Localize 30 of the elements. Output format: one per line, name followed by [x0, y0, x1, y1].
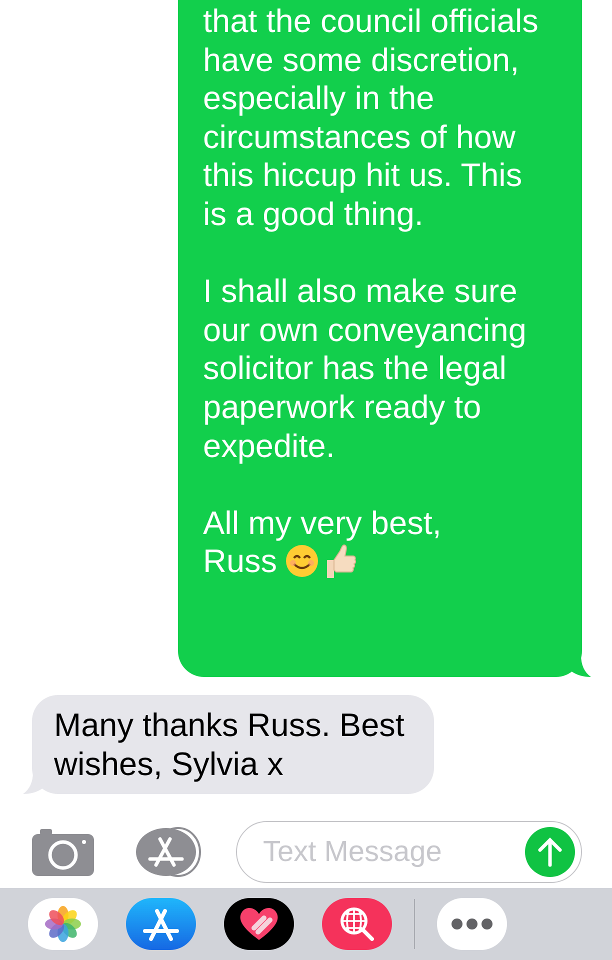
message-text: is a good thing.	[203, 194, 424, 234]
app-store-button[interactable]	[126, 898, 196, 950]
message-text: this hiccup hit us. This	[203, 156, 522, 195]
more-button[interactable]	[437, 898, 507, 950]
message-text: All my very best,	[203, 504, 442, 542]
message-text: expedite.	[203, 426, 335, 466]
flower-icon	[45, 906, 81, 942]
message-text: have some discretion,	[203, 40, 520, 80]
message-text: our own conveyancing	[203, 310, 526, 350]
message-text: solicitor has the legal	[203, 349, 506, 388]
send-button[interactable]	[525, 827, 575, 877]
heart-icon	[238, 906, 280, 942]
image-search-button[interactable]	[322, 898, 392, 950]
digital-touch-button[interactable]	[224, 898, 294, 950]
message-text: Many thanks Russ. Best	[54, 706, 404, 744]
message-text: wishes, Sylvia x	[54, 744, 284, 784]
message-text: I shall also make sure	[203, 272, 518, 311]
camera-icon[interactable]	[32, 828, 94, 876]
text-message-field[interactable]: Text Message	[236, 821, 582, 883]
message-text: that the council officials	[203, 2, 538, 41]
arrow-up-icon	[538, 837, 562, 867]
message-text: circumstances of how	[203, 118, 516, 156]
photos-app-button[interactable]	[28, 898, 98, 950]
message-text: Russ	[203, 542, 278, 581]
app-store-icon[interactable]	[134, 827, 202, 877]
message-text: especially in the	[203, 79, 434, 118]
message-input[interactable]: Text Message	[261, 834, 525, 870]
smiley-emoji-icon	[285, 544, 320, 578]
more-icon	[451, 918, 493, 930]
message-text: paperwork ready to	[203, 388, 482, 427]
